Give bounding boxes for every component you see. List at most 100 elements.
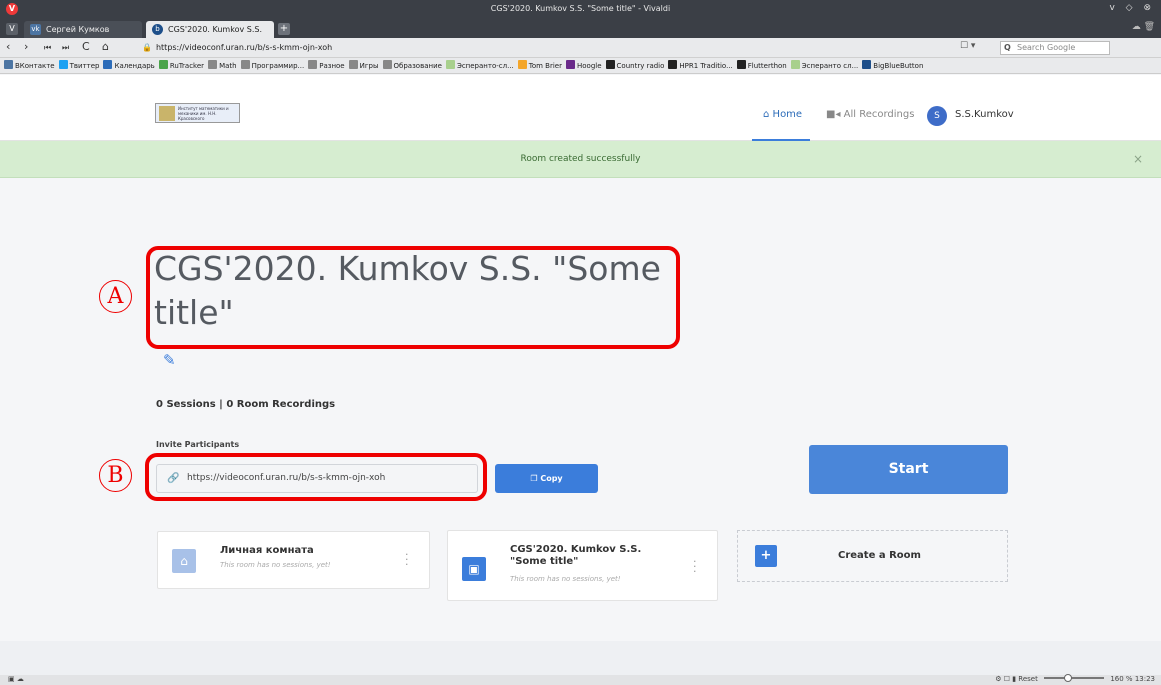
bookmark-item[interactable]: Эсперанто сл... xyxy=(790,58,859,73)
bookmark-label: RuTracker xyxy=(169,62,205,70)
bookmark-item[interactable]: ВКонтакте xyxy=(4,58,55,73)
room-card-name: CGS'2020. Kumkov S.S. "Some title" xyxy=(510,544,642,567)
copy-label: Copy xyxy=(540,474,563,483)
bookmark-item[interactable]: Игры xyxy=(348,58,379,73)
bookmark-label: HPR1 Traditio... xyxy=(679,62,733,70)
bookmark-favicon-icon xyxy=(58,60,68,69)
copy-icon: ❐ xyxy=(530,474,538,483)
forward-icon[interactable]: › xyxy=(24,40,28,53)
bigbluebutton-icon: b xyxy=(152,24,163,35)
nav-all-recordings[interactable]: ■◂ All Recordings xyxy=(826,109,914,120)
zoom-level: 160 % xyxy=(1110,675,1133,683)
window-controls[interactable]: v ◇ ⊗ xyxy=(1109,3,1155,13)
bookmark-item[interactable]: Flutterthon xyxy=(736,58,787,73)
bookmark-favicon-icon xyxy=(208,60,218,69)
window-title: CGS'2020. Kumkov S.S. "Some title" - Viv… xyxy=(490,4,671,13)
fast-forward-icon[interactable]: ⏭ xyxy=(62,43,69,53)
institute-logo[interactable]: Институт математики и механики им. Н.Н. … xyxy=(155,103,240,123)
video-camera-icon: ■◂ xyxy=(826,109,841,120)
bookmark-label: Эсперанто-сл... xyxy=(456,62,514,70)
zoom-slider[interactable] xyxy=(1044,674,1105,682)
bookmark-item[interactable]: Tom Brier xyxy=(517,58,562,73)
bookmark-favicon-icon xyxy=(240,60,250,69)
bookmark-label: Образование xyxy=(393,62,442,70)
reload-icon[interactable]: C xyxy=(82,40,90,53)
new-tab-button[interactable]: + xyxy=(278,23,290,35)
bookmark-item[interactable]: Образование xyxy=(382,58,442,73)
room-card-personal[interactable]: ⌂ Личная комната This room has no sessio… xyxy=(157,531,430,589)
copy-button[interactable]: ❐ Copy xyxy=(495,464,598,493)
bookmark-favicon-icon xyxy=(4,60,13,69)
page-content: Институт математики и механики им. Н.Н. … xyxy=(0,75,1161,675)
room-card-status: This room has no sessions, yet! xyxy=(510,575,621,583)
tab-vk[interactable]: vk Сергей Кумков xyxy=(24,21,142,38)
bookmark-item[interactable]: RuTracker xyxy=(158,58,205,73)
rewind-icon[interactable]: ⏮ xyxy=(44,43,51,53)
annotation-box-b xyxy=(145,453,487,501)
kebab-menu-icon[interactable]: · · · xyxy=(405,549,409,570)
create-room-card[interactable]: + Create a Room xyxy=(737,530,1008,582)
bookmark-label: Hoogle xyxy=(577,62,602,70)
trash-icon[interactable]: ☁ 🗑 xyxy=(1132,22,1155,32)
bookmark-label: Программир... xyxy=(251,62,305,70)
avatar[interactable]: S xyxy=(927,106,947,126)
bookmark-favicon-icon xyxy=(790,60,800,69)
edit-icon[interactable]: ✎ xyxy=(163,351,179,369)
zoom-reset[interactable]: Reset xyxy=(1018,675,1038,683)
room-card-status: This room has no sessions, yet! xyxy=(220,561,331,569)
bookmark-item[interactable]: HPR1 Traditio... xyxy=(668,58,733,73)
nav-recordings-label: All Recordings xyxy=(843,109,915,120)
nav-home[interactable]: ⌂ Home xyxy=(763,109,802,120)
bookmark-label: Твиттер xyxy=(69,62,100,70)
bookmark-toggle-icon[interactable]: ☐ ▾ xyxy=(960,41,975,51)
home-nav-icon[interactable]: ⌂ xyxy=(102,40,109,53)
start-button[interactable]: Start xyxy=(809,445,1008,494)
room-stats: 0 Sessions | 0 Room Recordings xyxy=(156,399,336,410)
bookmark-label: Flutterthon xyxy=(747,62,787,70)
vk-icon: vk xyxy=(30,24,41,35)
bookmark-favicon-icon xyxy=(382,60,392,69)
bookmark-item[interactable]: Hoogle xyxy=(566,58,602,73)
site-header: Институт математики и механики им. Н.Н. … xyxy=(0,75,1161,141)
tab-room[interactable]: b CGS'2020. Kumkov S.S. "So xyxy=(146,21,274,51)
bookmark-favicon-icon xyxy=(308,60,318,69)
bookmark-item[interactable]: Программир... xyxy=(240,58,305,73)
bookmark-label: Игры xyxy=(359,62,379,70)
back-icon[interactable]: ‹ xyxy=(6,40,10,53)
bookmark-item[interactable]: BigBlueButton xyxy=(862,58,923,73)
bookmark-item[interactable]: Country radio xyxy=(605,58,665,73)
annotation-box-a xyxy=(146,246,680,349)
alert-close-icon[interactable]: × xyxy=(1133,141,1143,178)
bookmark-label: Эсперанто сл... xyxy=(801,62,859,70)
zoom-slider-handle[interactable] xyxy=(1064,674,1073,682)
bookmark-favicon-icon xyxy=(736,60,746,69)
status-right: ⚙ ☐ ▮ Reset 160 % 13:23 xyxy=(995,674,1155,683)
bookmark-label: Math xyxy=(219,62,237,70)
tab-label: Сергей Кумков xyxy=(46,25,110,34)
bookmark-favicon-icon xyxy=(566,60,575,69)
bookmark-favicon-icon xyxy=(103,60,113,69)
bookmark-label: ВКонтакте xyxy=(15,62,55,70)
room-card-name: Личная комната xyxy=(220,545,314,556)
bookmark-item[interactable]: Эсперанто-сл... xyxy=(445,58,514,73)
bookmark-favicon-icon xyxy=(517,60,527,69)
panel-toggle-icon[interactable]: ▣ ☁ xyxy=(8,675,24,683)
bookmark-label: Country radio xyxy=(616,62,665,70)
bookmark-item[interactable]: Math xyxy=(208,58,237,73)
bookmark-item[interactable]: Разное xyxy=(308,58,345,73)
vivaldi-menu-button[interactable]: V xyxy=(6,23,18,35)
bookmark-label: Tom Brier xyxy=(528,62,562,70)
page-actions-icon[interactable]: ⚙ ☐ ▮ xyxy=(995,675,1016,683)
url-text: https://videoconf.uran.ru/b/s-s-kmm-ojn-… xyxy=(155,43,333,52)
kebab-menu-icon[interactable]: · · · xyxy=(693,556,697,577)
bookmark-favicon-icon xyxy=(158,60,168,69)
bookmark-item[interactable]: Календарь xyxy=(103,58,155,73)
bookmark-item[interactable]: Твиттер xyxy=(58,58,100,73)
room-card-cgs[interactable]: ▣ CGS'2020. Kumkov S.S. "Some title" Thi… xyxy=(447,530,718,601)
username[interactable]: S.S.Kumkov xyxy=(955,109,1014,120)
annotation-label-a: A xyxy=(99,280,132,313)
url-field[interactable]: 🔒 https://videoconf.uran.ru/b/s-s-kmm-ojn… xyxy=(142,40,962,56)
tab-bar: V vk Сергей Кумков b CGS'2020. Kumkov S.… xyxy=(0,18,1161,51)
clock: 13:23 xyxy=(1134,675,1155,683)
search-input[interactable]: Q Search Google xyxy=(1000,41,1110,55)
